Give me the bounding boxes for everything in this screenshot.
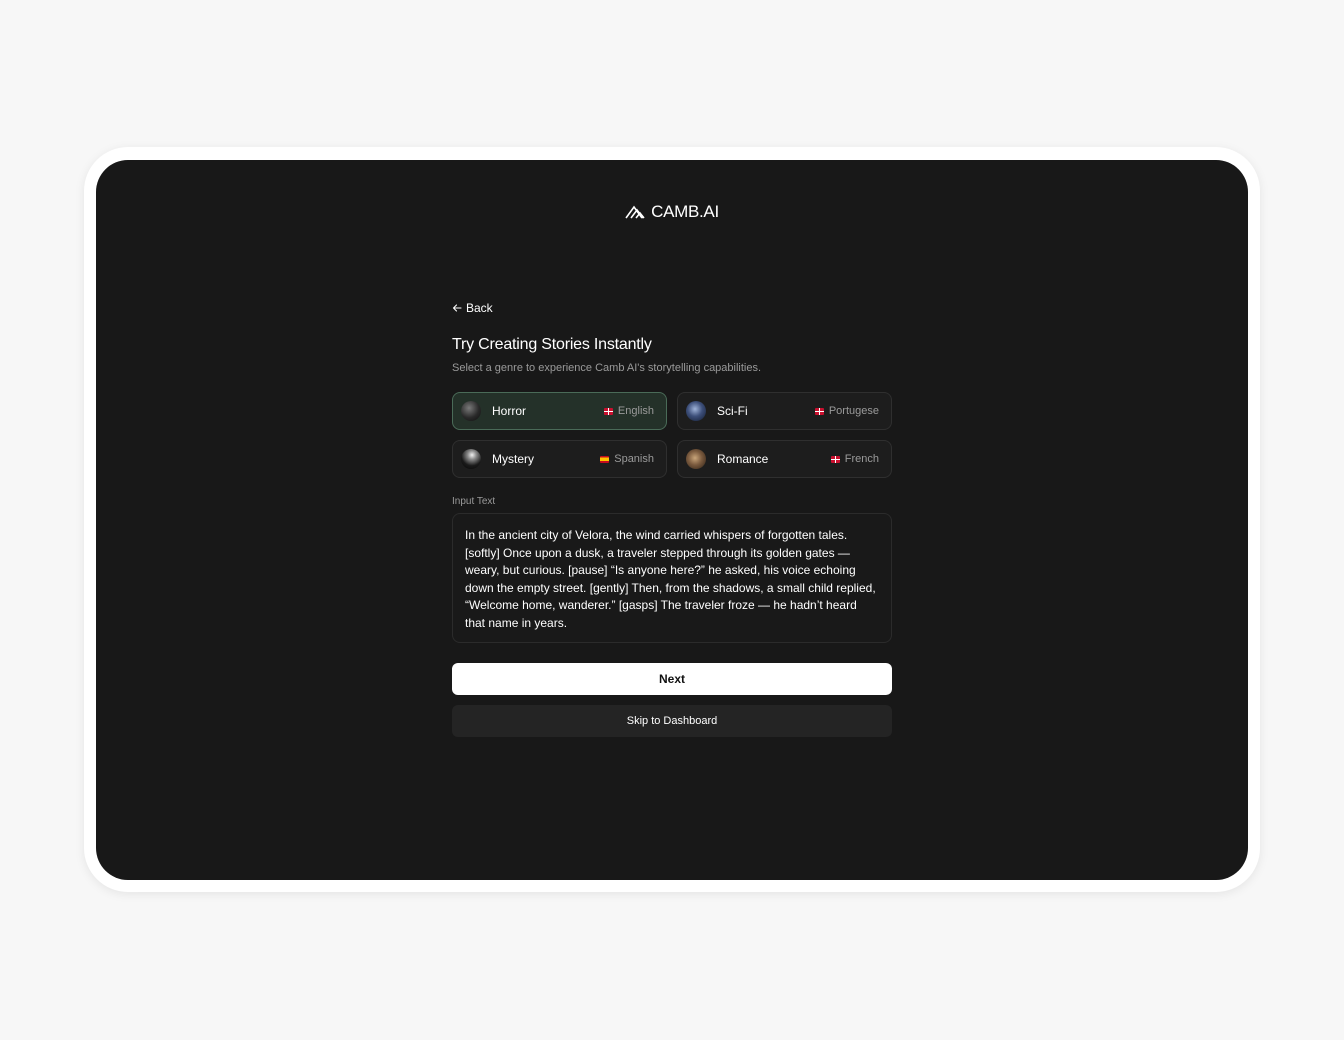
language-label: French — [844, 453, 879, 465]
genre-label: Romance — [717, 452, 769, 466]
next-button[interactable]: Next — [452, 663, 892, 695]
brand-logo: CAMB.AI — [96, 202, 1248, 222]
arrow-left-icon — [452, 304, 462, 312]
language-label: Spanish — [614, 453, 654, 465]
page-title: Try Creating Stories Instantly — [452, 336, 652, 353]
genre-card-scifi[interactable]: Sci-Fi Portugese — [677, 392, 892, 430]
back-label: Back — [466, 301, 493, 315]
english-flag-icon — [830, 455, 840, 463]
language-tag: French — [830, 453, 879, 465]
story-panel: Back Try Creating Stories Instantly Sele… — [452, 300, 892, 737]
language-label: Portugese — [828, 405, 879, 417]
english-flag-icon — [603, 407, 613, 415]
english-flag-icon — [814, 407, 824, 415]
genre-card-horror[interactable]: Horror English — [452, 392, 667, 430]
skip-to-dashboard-button[interactable]: Skip to Dashboard — [452, 705, 892, 737]
mystery-thumbnail — [461, 449, 481, 469]
genre-grid: Horror English Sci-Fi Portugese Mystery — [452, 392, 892, 478]
input-text-label: Input Text — [452, 496, 496, 507]
genre-label: Sci-Fi — [717, 404, 748, 418]
language-tag: Spanish — [600, 453, 654, 465]
brand-name: CAMB.AI — [651, 202, 719, 221]
spanish-flag-icon — [600, 455, 610, 463]
story-input-field[interactable]: In the ancient city of Velora, the wind … — [452, 513, 892, 643]
language-label: English — [617, 405, 654, 417]
language-tag: Portugese — [814, 405, 879, 417]
language-tag: English — [603, 405, 654, 417]
page-subtitle: Select a genre to experience Camb AI's s… — [452, 362, 762, 374]
genre-card-mystery[interactable]: Mystery Spanish — [452, 440, 667, 478]
scifi-thumbnail — [686, 401, 706, 421]
romance-thumbnail — [686, 449, 706, 469]
horror-thumbnail — [461, 401, 481, 421]
app-screen: CAMB.AI Back Try Creating Stories Instan… — [96, 160, 1248, 880]
back-button[interactable]: Back — [452, 301, 493, 315]
genre-card-romance[interactable]: Romance French — [677, 440, 892, 478]
genre-label: Mystery — [492, 452, 534, 466]
camb-logo-icon — [625, 205, 645, 219]
genre-label: Horror — [492, 404, 527, 418]
